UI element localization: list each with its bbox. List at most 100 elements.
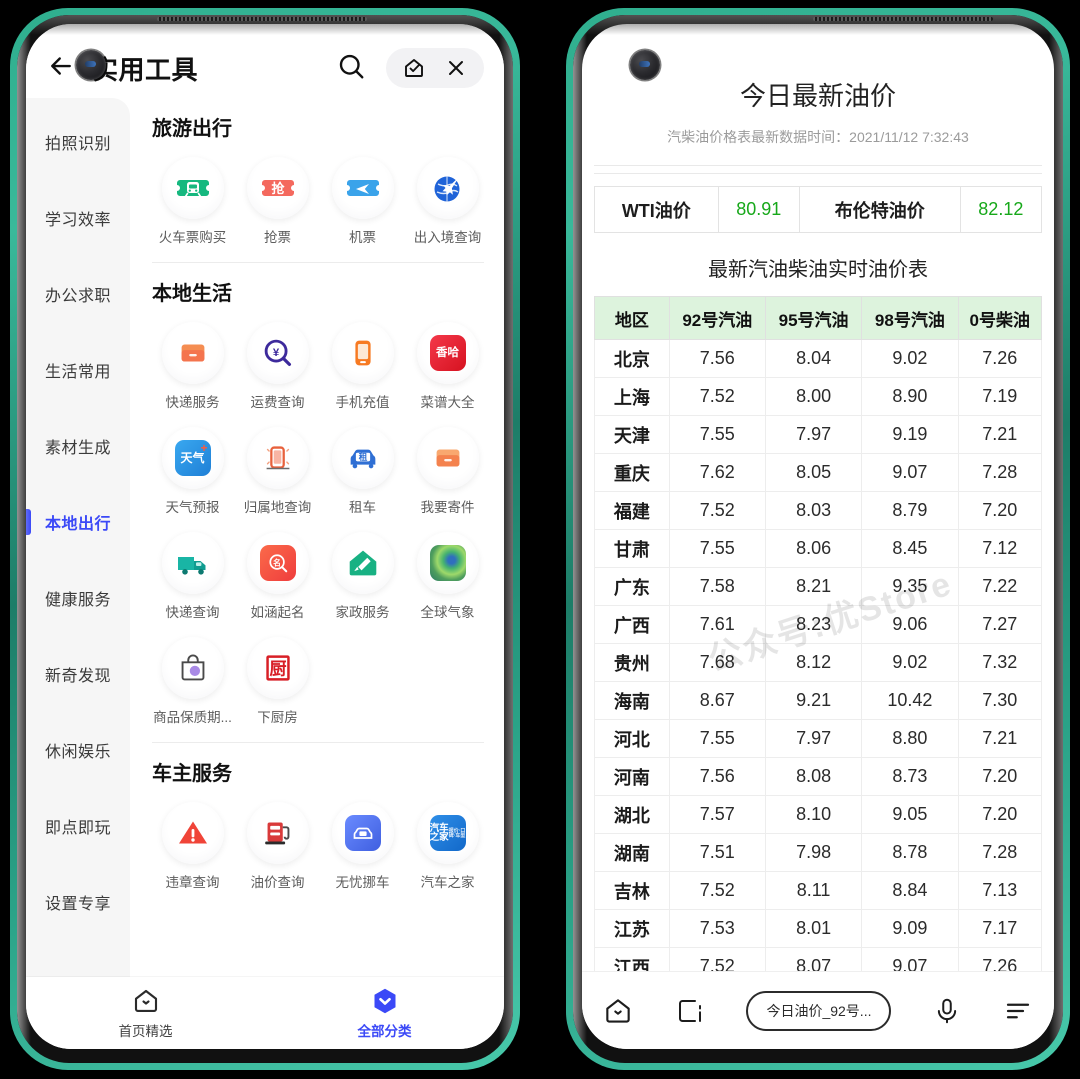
tool-item-label: 无忧挪车 xyxy=(335,875,390,890)
region-cell: 贵州 xyxy=(594,643,670,682)
nav-menu-button[interactable] xyxy=(1003,996,1033,1026)
phone-right: 今日最新油价 汽柴油价格表最新数据时间：2021/11/12 7:32:43 W… xyxy=(566,8,1070,1070)
screenshot-root: 实用工具 拍照识别 学习效率 办公求职 生活常用 素材生成 本地出行 健康服务 … xyxy=(0,0,1080,1079)
global-weather-icon xyxy=(416,532,479,594)
column-header: 0号柴油 xyxy=(957,296,1043,340)
tool-item[interactable]: 机票 xyxy=(320,147,405,252)
microphone-icon xyxy=(938,998,957,1023)
tool-item[interactable]: 汽车之家 报价·口碑·车型汽车之家 xyxy=(405,792,490,897)
tool-item[interactable]: 香哈 菜谱大全 xyxy=(405,312,490,417)
column-header: 地区 xyxy=(594,296,670,340)
price-cell: 7.30 xyxy=(957,681,1043,720)
table-row: 贵州 7.68 8.12 9.02 7.32 xyxy=(594,643,1043,682)
sidebar-item-4[interactable]: 素材生成 xyxy=(26,408,130,484)
tool-item[interactable]: ¥ 运费查询 xyxy=(235,312,320,417)
system-navigation-bar: 今日油价_92号... xyxy=(582,971,1054,1049)
sidebar-item-5[interactable]: 本地出行 xyxy=(26,484,130,560)
sidebar-item-2[interactable]: 办公求职 xyxy=(26,256,130,332)
tool-item[interactable]: 违章查询 xyxy=(150,792,235,897)
price-cell: 7.52 xyxy=(668,377,766,416)
tab-home-featured[interactable]: 首页精选 xyxy=(26,986,265,1040)
region-cell: 湖北 xyxy=(594,795,670,834)
region-cell: 天津 xyxy=(594,415,670,454)
price-cell: 7.20 xyxy=(957,491,1043,530)
tool-item[interactable]: 名如涵起名 xyxy=(235,522,320,627)
sidebar-item-7[interactable]: 新奇发现 xyxy=(26,636,130,712)
tool-item[interactable]: 商品保质期... xyxy=(150,627,235,732)
sidebar-item-label: 设置专享 xyxy=(44,896,111,913)
price-cell: 7.53 xyxy=(668,909,766,948)
svg-text:¥: ¥ xyxy=(272,347,279,359)
svg-text:厨: 厨 xyxy=(269,660,286,679)
tool-item[interactable]: 手机充值 xyxy=(320,312,405,417)
section-title: 车主服务 xyxy=(152,763,232,785)
nav-recents-button[interactable] xyxy=(675,996,705,1026)
ruhan-naming-icon: 名 xyxy=(246,532,309,594)
tool-item[interactable]: 无忧挪车 xyxy=(320,792,405,897)
tool-item[interactable]: 抢抢票 xyxy=(235,147,320,252)
url-bar[interactable]: 今日油价_92号... xyxy=(746,990,892,1031)
tool-item[interactable]: 火车票购买 xyxy=(150,147,235,252)
close-icon[interactable] xyxy=(444,56,468,80)
tool-item-label: 天气预报 xyxy=(165,500,220,515)
price-cell: 8.00 xyxy=(764,377,863,416)
tool-item[interactable]: 油价查询 xyxy=(235,792,320,897)
region-cell: 海南 xyxy=(594,681,670,720)
tool-item[interactable]: 租租车 xyxy=(320,417,405,522)
earpiece-speaker xyxy=(157,17,367,21)
price-cell: 7.98 xyxy=(764,833,863,872)
tab-all-categories[interactable]: 全部分类 xyxy=(265,986,504,1040)
sidebar-item-1[interactable]: 学习效率 xyxy=(26,180,130,256)
violation-warning-icon xyxy=(161,802,224,864)
sidebar-item-label: 素材生成 xyxy=(44,440,111,457)
tool-item-label: 家政服务 xyxy=(335,605,390,620)
sidebar-item-label: 学习效率 xyxy=(44,212,111,229)
tool-item[interactable]: 天气 + 天气预报 xyxy=(150,417,235,522)
fuel-pump-icon xyxy=(246,802,309,864)
category-sidebar[interactable]: 拍照识别学习效率办公求职 生活常用素材生成本地出行健康服务新奇发现 休闲娱乐 即点即玩… xyxy=(26,98,130,977)
tool-item[interactable]: 快递查询 xyxy=(150,522,235,627)
oil-price-page: 今日最新油价 汽柴油价格表最新数据时间：2021/11/12 7:32:43 W… xyxy=(582,24,1054,1049)
sidebar-item-8[interactable]: 休闲娱乐 xyxy=(26,712,130,788)
table-row: 广西 7.61 8.23 9.06 7.27 xyxy=(594,605,1043,644)
tool-item[interactable]: 厨下厨房 xyxy=(235,627,320,732)
tool-item-label: 手机充值 xyxy=(335,395,390,410)
price-cell: 7.17 xyxy=(957,909,1043,948)
tool-item[interactable]: 归属地查询 xyxy=(235,417,320,522)
oil-price-scroll[interactable]: 今日最新油价 汽柴油价格表最新数据时间：2021/11/12 7:32:43 W… xyxy=(582,24,1054,971)
sidebar-item-3[interactable]: 生活常用 xyxy=(26,332,130,408)
price-cell: 7.52 xyxy=(668,871,766,910)
tool-item[interactable]: 快递服务 xyxy=(150,312,235,417)
price-cell: 9.06 xyxy=(861,605,959,644)
tool-item[interactable]: 我要寄件 xyxy=(405,417,490,522)
tab-home-featured-label: 首页精选 xyxy=(118,1024,173,1039)
sidebar-item-label: 健康服务 xyxy=(44,592,111,609)
nav-home-button[interactable] xyxy=(602,995,634,1027)
price-cell: 7.27 xyxy=(957,605,1043,644)
home-check-icon[interactable] xyxy=(402,56,426,80)
sidebar-item-9[interactable]: 即点即玩 xyxy=(26,788,130,864)
sidebar-item-10[interactable]: 设置专享 xyxy=(26,864,130,940)
tool-grid: 违章查询 油价查询 无忧挪车 汽车之家 报价·口碑·车型 汽车之家 xyxy=(150,792,490,897)
back-arrow-icon[interactable] xyxy=(46,51,80,85)
page-title: 实用工具 xyxy=(92,54,199,85)
tool-item[interactable]: 家政服务 xyxy=(320,522,405,627)
price-cell: 8.78 xyxy=(861,833,959,872)
tool-item-label: 汽车之家 xyxy=(420,875,475,890)
price-cell: 8.73 xyxy=(861,757,959,796)
tool-item[interactable]: 出入境查询 xyxy=(405,147,490,252)
search-icon[interactable] xyxy=(336,51,370,85)
nav-voice-button[interactable] xyxy=(932,996,962,1026)
send-parcel-icon xyxy=(416,427,479,489)
price-table-caption: 最新汽油柴油实时油价表 xyxy=(708,259,928,281)
autohome-icon: 汽车之家 报价·口碑·车型 xyxy=(416,802,479,864)
grab-ticket-icon: 抢 xyxy=(246,157,309,219)
price-cell: 7.28 xyxy=(957,453,1043,492)
tool-item-label: 火车票购买 xyxy=(158,230,227,245)
sidebar-item-6[interactable]: 健康服务 xyxy=(26,560,130,636)
price-cell: 7.61 xyxy=(668,605,766,644)
region-cell: 广东 xyxy=(594,567,670,606)
sidebar-item-0[interactable]: 拍照识别 xyxy=(26,104,130,180)
tool-item[interactable]: 全球气象 xyxy=(405,522,490,627)
table-row: 湖南 7.51 7.98 8.78 7.28 xyxy=(594,833,1043,872)
